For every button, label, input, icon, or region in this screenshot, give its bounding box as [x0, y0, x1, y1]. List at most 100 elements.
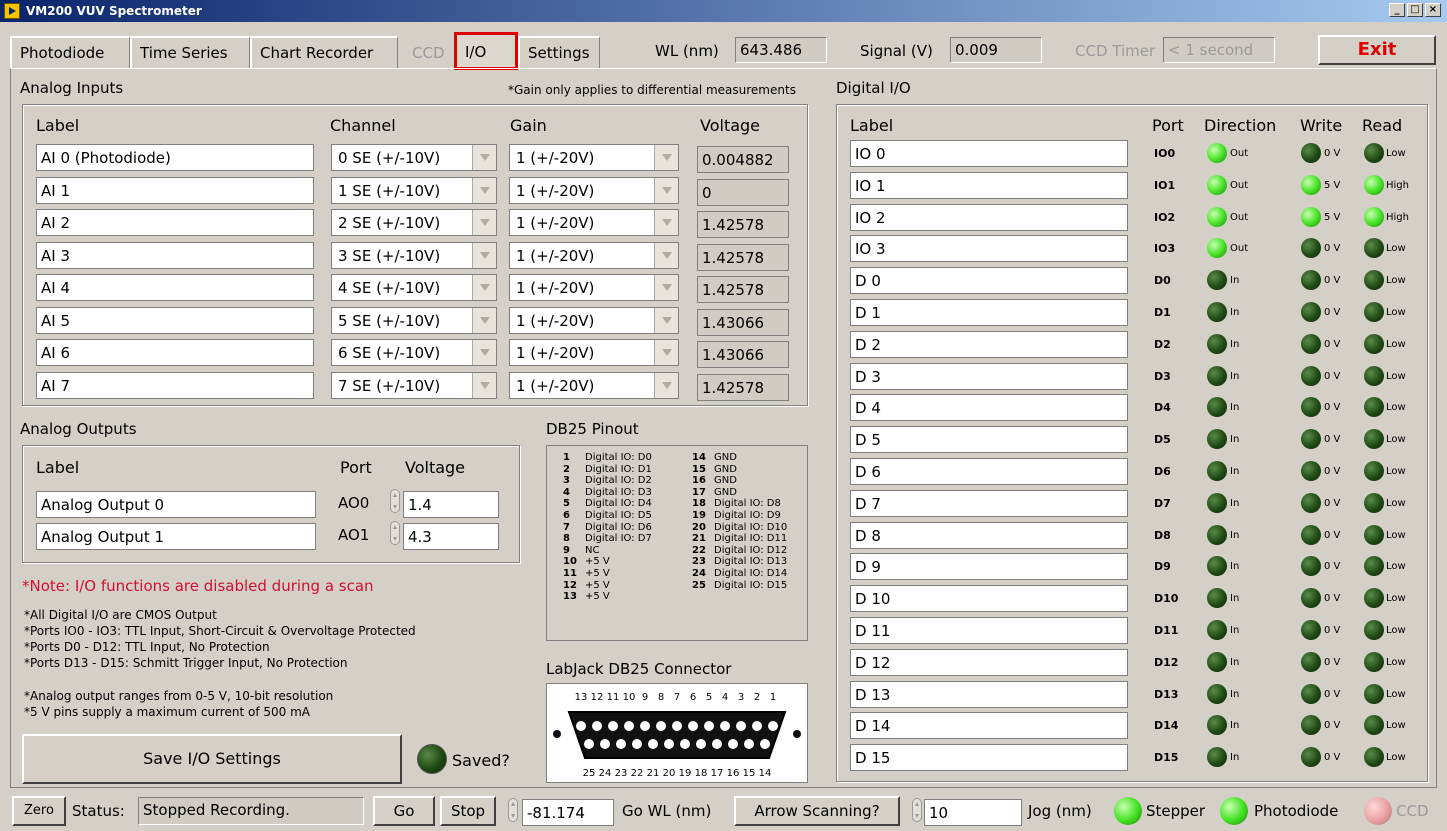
- maximize-button[interactable]: □: [1407, 3, 1423, 17]
- ai-channel-select[interactable]: 4 SE (+/-10V): [331, 274, 497, 301]
- go-button[interactable]: Go: [373, 796, 435, 826]
- chevron-down-icon[interactable]: [654, 177, 678, 203]
- direction-toggle-led[interactable]: [1207, 365, 1227, 386]
- go-wl-spinner[interactable]: [508, 798, 518, 822]
- save-io-settings-button[interactable]: Save I/O Settings: [22, 734, 402, 784]
- dio-label-field[interactable]: D 14: [850, 712, 1128, 740]
- direction-toggle-led[interactable]: [1207, 524, 1227, 545]
- dio-label-field[interactable]: D 5: [850, 426, 1128, 454]
- chevron-down-icon[interactable]: [654, 275, 678, 300]
- write-toggle-led[interactable]: [1301, 683, 1321, 704]
- dio-label-field[interactable]: D 8: [850, 521, 1128, 549]
- direction-toggle-led[interactable]: [1207, 683, 1227, 704]
- close-button[interactable]: ×: [1425, 3, 1441, 17]
- chevron-down-icon[interactable]: [472, 372, 496, 398]
- write-toggle-led[interactable]: [1301, 206, 1321, 227]
- dio-label-field[interactable]: D 7: [850, 489, 1128, 517]
- ai-label-field[interactable]: AI 6: [36, 339, 314, 366]
- dio-label-field[interactable]: D 12: [850, 648, 1128, 676]
- ao0-voltage-spinner[interactable]: [390, 489, 400, 513]
- write-toggle-led[interactable]: [1301, 365, 1321, 386]
- chevron-down-icon[interactable]: [472, 307, 496, 333]
- chevron-down-icon[interactable]: [472, 177, 496, 203]
- write-toggle-led[interactable]: [1301, 143, 1321, 163]
- write-toggle-led[interactable]: [1301, 524, 1321, 545]
- chevron-down-icon[interactable]: [654, 242, 678, 268]
- chevron-down-icon[interactable]: [472, 275, 496, 300]
- ai-label-field[interactable]: AI 3: [36, 241, 314, 269]
- chevron-down-icon[interactable]: [654, 340, 678, 365]
- dio-label-field[interactable]: IO 2: [850, 203, 1128, 231]
- tab-io[interactable]: I/O: [454, 32, 518, 70]
- ai-gain-select[interactable]: 1 (+/-20V): [509, 339, 679, 366]
- write-toggle-led[interactable]: [1301, 461, 1321, 481]
- direction-toggle-led[interactable]: [1207, 461, 1227, 481]
- direction-toggle-led[interactable]: [1207, 333, 1227, 354]
- ai-gain-select[interactable]: 1 (+/-20V): [509, 144, 679, 171]
- exit-button[interactable]: Exit: [1318, 35, 1436, 65]
- direction-toggle-led[interactable]: [1207, 174, 1227, 195]
- direction-toggle-led[interactable]: [1207, 492, 1227, 513]
- write-toggle-led[interactable]: [1301, 651, 1321, 672]
- dio-label-field[interactable]: D 6: [850, 458, 1128, 485]
- dio-label-field[interactable]: D 3: [850, 362, 1128, 390]
- go-wl-field[interactable]: -81.174: [522, 799, 614, 826]
- write-toggle-led[interactable]: [1301, 174, 1321, 195]
- chevron-down-icon[interactable]: [654, 372, 678, 398]
- chevron-down-icon[interactable]: [472, 242, 496, 268]
- dio-label-field[interactable]: D 9: [850, 553, 1128, 581]
- dio-label-field[interactable]: IO 1: [850, 171, 1128, 199]
- ai-label-field[interactable]: AI 7: [36, 371, 314, 399]
- ao1-voltage-field[interactable]: 4.3: [403, 523, 499, 550]
- ai-gain-select[interactable]: 1 (+/-20V): [509, 209, 679, 236]
- ai-label-field[interactable]: AI 1: [36, 176, 314, 204]
- ai-label-field[interactable]: AI 4: [36, 274, 314, 301]
- ai-gain-select[interactable]: 1 (+/-20V): [509, 371, 679, 399]
- chevron-down-icon[interactable]: [654, 307, 678, 333]
- tab-time-series[interactable]: Time Series: [130, 36, 250, 68]
- ai-channel-select[interactable]: 1 SE (+/-10V): [331, 176, 497, 204]
- dio-label-field[interactable]: D 0: [850, 267, 1128, 295]
- tab-chart-recorder[interactable]: Chart Recorder: [250, 36, 398, 68]
- chevron-down-icon[interactable]: [472, 340, 496, 365]
- ai-channel-select[interactable]: 2 SE (+/-10V): [331, 209, 497, 236]
- ai-label-field[interactable]: AI 0 (Photodiode): [36, 144, 314, 171]
- dio-label-field[interactable]: D 2: [850, 330, 1128, 358]
- chevron-down-icon[interactable]: [472, 210, 496, 235]
- ai-gain-select[interactable]: 1 (+/-20V): [509, 306, 679, 334]
- ao1-label-field[interactable]: Analog Output 1: [36, 523, 316, 550]
- dio-label-field[interactable]: D 11: [850, 617, 1128, 644]
- jog-field[interactable]: 10: [924, 799, 1022, 826]
- zero-button[interactable]: Zero: [12, 796, 66, 826]
- write-toggle-led[interactable]: [1301, 333, 1321, 354]
- dio-label-field[interactable]: D 15: [850, 744, 1128, 772]
- ai-gain-select[interactable]: 1 (+/-20V): [509, 241, 679, 269]
- ao1-voltage-spinner[interactable]: [390, 521, 400, 545]
- ao0-voltage-field[interactable]: 1.4: [403, 491, 499, 518]
- direction-toggle-led[interactable]: [1207, 206, 1227, 227]
- ai-channel-select[interactable]: 5 SE (+/-10V): [331, 306, 497, 334]
- ao0-label-field[interactable]: Analog Output 0: [36, 491, 316, 518]
- dio-label-field[interactable]: D 1: [850, 299, 1128, 326]
- ai-channel-select[interactable]: 3 SE (+/-10V): [331, 241, 497, 269]
- tab-ccd[interactable]: CCD: [404, 36, 454, 68]
- ai-gain-select[interactable]: 1 (+/-20V): [509, 176, 679, 204]
- write-toggle-led[interactable]: [1301, 620, 1321, 640]
- ai-channel-select[interactable]: 6 SE (+/-10V): [331, 339, 497, 366]
- dio-label-field[interactable]: D 10: [850, 585, 1128, 613]
- direction-toggle-led[interactable]: [1207, 651, 1227, 672]
- dio-label-field[interactable]: IO 3: [850, 235, 1128, 263]
- ai-label-field[interactable]: AI 2: [36, 209, 314, 236]
- dio-label-field[interactable]: D 4: [850, 394, 1128, 422]
- write-toggle-led[interactable]: [1301, 492, 1321, 513]
- direction-toggle-led[interactable]: [1207, 620, 1227, 640]
- ai-channel-select[interactable]: 7 SE (+/-10V): [331, 371, 497, 399]
- dio-label-field[interactable]: D 13: [850, 680, 1128, 708]
- jog-spinner[interactable]: [912, 798, 922, 822]
- ai-gain-select[interactable]: 1 (+/-20V): [509, 274, 679, 301]
- ai-label-field[interactable]: AI 5: [36, 306, 314, 334]
- ai-channel-select[interactable]: 0 SE (+/-10V): [331, 144, 497, 171]
- direction-toggle-led[interactable]: [1207, 302, 1227, 322]
- chevron-down-icon[interactable]: [472, 145, 496, 170]
- chevron-down-icon[interactable]: [654, 210, 678, 235]
